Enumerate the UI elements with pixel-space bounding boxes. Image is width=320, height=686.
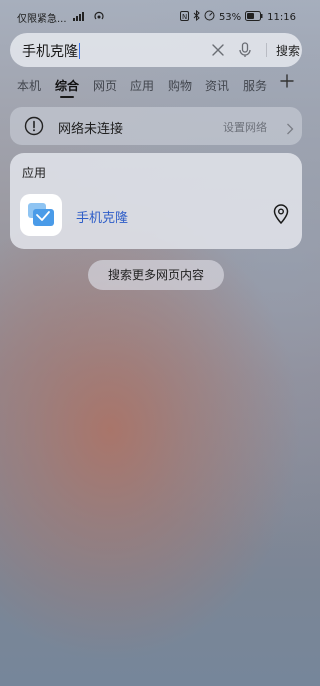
chevron-right-icon[interactable] (286, 120, 294, 135)
carrier-text: 仅限紧急... (17, 14, 67, 25)
bluetooth-icon (193, 9, 200, 24)
search-button[interactable]: 搜索 (276, 42, 300, 59)
search-divider (266, 43, 267, 57)
tab-news[interactable]: 资讯 (205, 77, 229, 94)
location-pin-icon[interactable] (272, 204, 290, 225)
app-results-card: 应用 手机克隆 (10, 153, 302, 249)
search-query: 手机克隆 (22, 44, 78, 60)
status-right: N 53% 11:16 (179, 9, 296, 24)
tab-shopping[interactable]: 购物 (168, 77, 192, 94)
section-title: 应用 (22, 166, 47, 180)
network-notice[interactable]: 网络未连接 设置网络 (10, 107, 302, 145)
warning-icon (24, 116, 44, 136)
add-tab-icon[interactable] (280, 74, 294, 88)
tab-apps[interactable]: 应用 (130, 77, 154, 94)
svg-text:N: N (182, 13, 187, 21)
nfc-icon: N (179, 10, 189, 24)
app-name[interactable]: 手机克隆 (76, 207, 128, 226)
category-tabs: 本机 综合 网页 应用 购物 资讯 服务 (0, 74, 312, 99)
active-tab-indicator (60, 96, 74, 98)
tab-all[interactable]: 综合 (55, 77, 79, 94)
text-caret (79, 43, 80, 59)
battery-icon (245, 10, 263, 24)
search-more-web-button[interactable]: 搜索更多网页内容 (88, 260, 224, 290)
signal-icon (72, 11, 87, 24)
tab-local[interactable]: 本机 (17, 77, 41, 94)
tab-web[interactable]: 网页 (93, 77, 117, 94)
battery-percent: 53% (218, 11, 242, 23)
status-bar: 仅限紧急... N 53% 11:16 (0, 0, 312, 32)
clock-time: 11:16 (267, 11, 296, 23)
clear-icon[interactable] (210, 42, 226, 58)
network-message: 网络未连接 (58, 122, 124, 137)
tab-services[interactable]: 服务 (243, 77, 267, 94)
search-input[interactable]: 手机克隆 (22, 41, 80, 61)
search-bar[interactable]: 手机克隆 搜索 (10, 33, 302, 67)
microphone-icon[interactable] (236, 41, 254, 59)
hotspot-icon (93, 10, 105, 25)
speed-icon (204, 10, 215, 24)
network-settings-link[interactable]: 设置网络 (223, 119, 267, 135)
phone-clone-app-icon[interactable] (20, 194, 62, 236)
status-left: 仅限紧急... (17, 10, 105, 25)
